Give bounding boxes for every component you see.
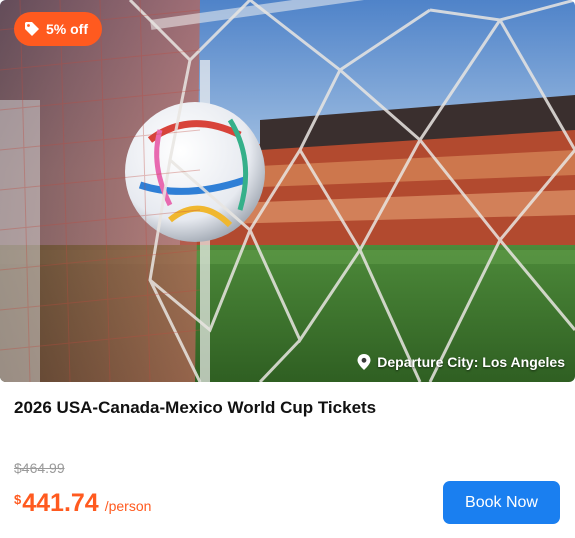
soccer-ball-in-net-photo [0, 0, 575, 382]
location-pin-icon [357, 354, 371, 370]
price-unit: /person [104, 498, 152, 514]
currency-symbol: $ [14, 492, 22, 507]
price-amount: 441.74 [22, 489, 99, 517]
departure-city: Departure City: Los Angeles [357, 354, 565, 370]
product-card[interactable]: 5% off Departure City: Los Angeles 2026 … [0, 0, 575, 538]
current-price: $ 441.74 /person [14, 489, 151, 518]
departure-label: Departure City: Los Angeles [377, 354, 565, 370]
tag-icon [24, 21, 40, 37]
product-title[interactable]: 2026 USA-Canada-Mexico World Cup Tickets [14, 398, 376, 418]
book-now-button[interactable]: Book Now [443, 481, 560, 524]
discount-badge: 5% off [14, 12, 102, 46]
discount-text: 5% off [46, 21, 88, 37]
hero-image[interactable]: 5% off Departure City: Los Angeles [0, 0, 575, 382]
original-price: $464.99 [14, 460, 65, 476]
